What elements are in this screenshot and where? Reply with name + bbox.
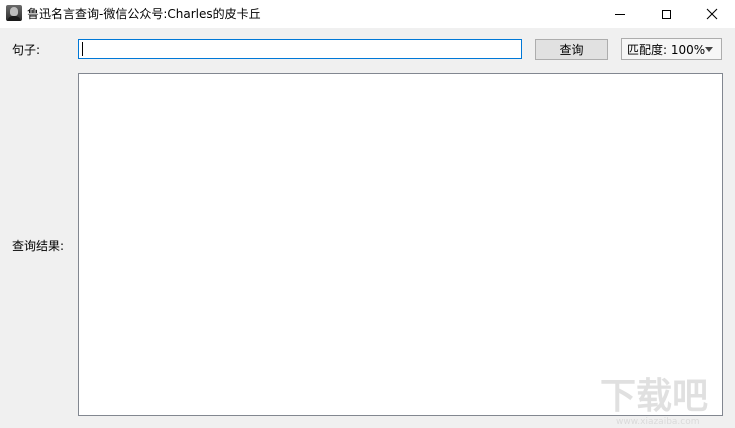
watermark-text: 下载吧 <box>600 376 708 417</box>
maximize-icon <box>661 9 671 19</box>
minimize-icon <box>615 13 625 15</box>
sentence-input[interactable] <box>78 39 522 59</box>
text-caret <box>82 42 83 56</box>
minimize-button[interactable] <box>597 0 643 28</box>
match-degree-value: 匹配度: 100% <box>627 42 706 57</box>
xiazaiba-watermark: 下载吧 www.xiazaiba.com <box>600 376 708 427</box>
maximize-button[interactable] <box>643 0 689 28</box>
title-bar[interactable]: 鲁迅名言查询-微信公众号:Charles的皮卡丘 <box>0 0 735 28</box>
query-button[interactable]: 查询 <box>535 39 608 60</box>
watermark-url: www.xiazaiba.com <box>616 417 700 427</box>
results-textarea[interactable] <box>78 73 723 416</box>
sentence-label: 句子: <box>12 43 41 57</box>
result-label: 查询结果: <box>12 239 65 253</box>
chevron-down-icon <box>705 47 713 52</box>
close-button[interactable] <box>689 0 735 28</box>
window-title: 鲁迅名言查询-微信公众号:Charles的皮卡丘 <box>27 7 261 21</box>
lu-xun-portrait-icon <box>6 5 22 21</box>
close-icon <box>706 8 718 20</box>
app-window: 鲁迅名言查询-微信公众号:Charles的皮卡丘 句子: 查询 匹配度: 100… <box>0 0 735 428</box>
match-degree-select[interactable]: 匹配度: 100% <box>621 38 722 60</box>
